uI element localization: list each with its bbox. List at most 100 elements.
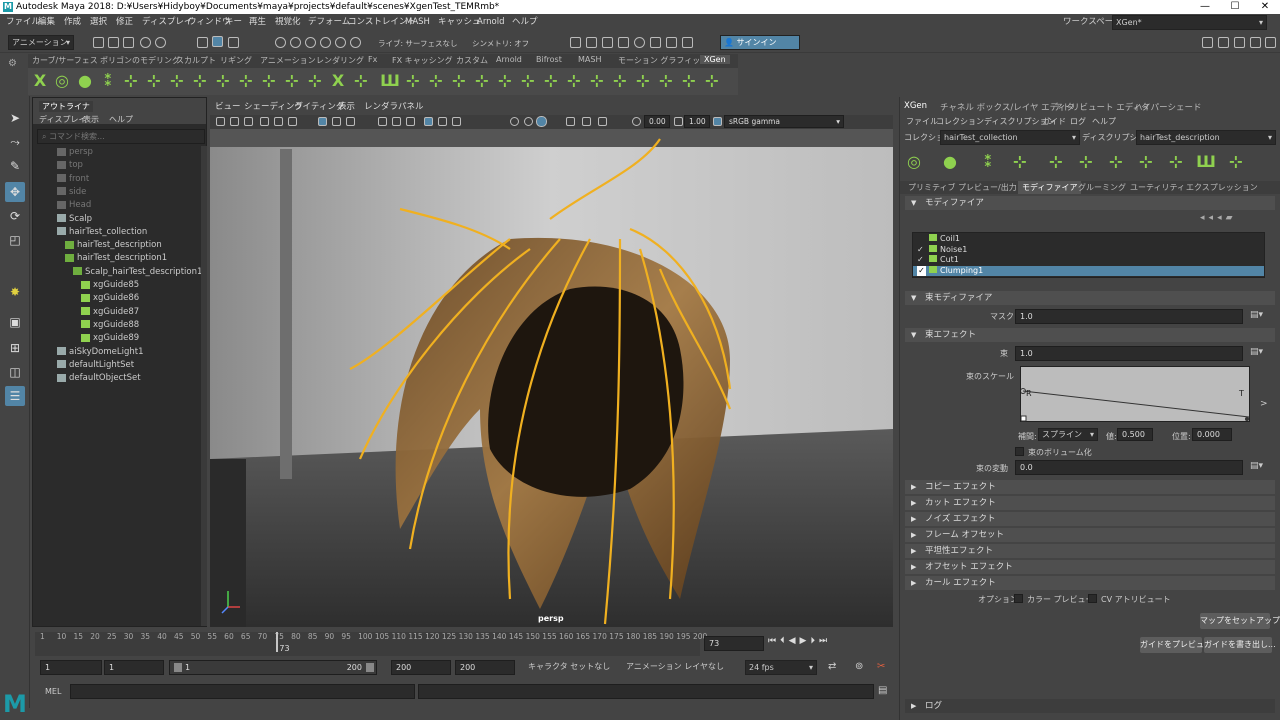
- shelf-tab-rendering[interactable]: レンダリング: [316, 55, 364, 66]
- shelf-tab-mash[interactable]: MASH: [578, 55, 601, 64]
- variation-expression-icon[interactable]: ▤▾: [1250, 461, 1263, 471]
- outliner-layout-icon[interactable]: ☰: [5, 386, 25, 406]
- go-to-start-icon[interactable]: ⏮: [768, 636, 780, 646]
- outliner-item[interactable]: top: [57, 159, 83, 172]
- create-guides-icon[interactable]: ●: [75, 71, 95, 91]
- ipr-render-icon[interactable]: [586, 37, 597, 48]
- xgen-clear-preview-icon[interactable]: ⊹: [1226, 152, 1246, 172]
- xgen-tool-b-icon[interactable]: ⊹: [351, 71, 371, 91]
- outliner-menu-show[interactable]: 表示: [83, 114, 99, 125]
- rotate-tool-icon[interactable]: ⟳: [5, 206, 25, 226]
- xgen-sculpt-guide-icon[interactable]: ⊹: [1076, 152, 1096, 172]
- outliner-item[interactable]: hairTest_collection: [57, 226, 147, 239]
- xgen-menu-file[interactable]: ファイル: [906, 116, 938, 127]
- clump-scale-ramp[interactable]: R T: [1020, 366, 1250, 422]
- undo-icon[interactable]: [140, 37, 151, 48]
- collection-dropdown[interactable]: hairTest_collection ▾: [940, 130, 1080, 145]
- new-scene-icon[interactable]: [93, 37, 104, 48]
- xgen-menu-collection[interactable]: コレクション: [936, 116, 984, 127]
- rebuild-guide-icon[interactable]: ⊹: [213, 71, 233, 91]
- step-forward-key-icon[interactable]: ⏵: [810, 636, 819, 646]
- groom-brush-i-icon[interactable]: ⊹: [564, 71, 584, 91]
- shelf-tab-xgen[interactable]: XGen: [700, 55, 730, 64]
- textured-icon[interactable]: [424, 117, 433, 126]
- effect-section-header[interactable]: ▶ ノイズ エフェクト: [905, 512, 1275, 526]
- add-cv-icon[interactable]: ⊹: [144, 71, 164, 91]
- bake-guide-icon[interactable]: ⊹: [259, 71, 279, 91]
- modeling-toolkit-icon[interactable]: [1202, 37, 1213, 48]
- loop-icon[interactable]: ⇄: [828, 661, 836, 672]
- snap-grid-icon[interactable]: [275, 37, 286, 48]
- move-guide-icon[interactable]: ⊹: [121, 71, 141, 91]
- single-view-layout-icon[interactable]: ▣: [5, 312, 25, 332]
- grease-pencil-icon[interactable]: [288, 117, 297, 126]
- subtab-grooming[interactable]: グルーミング: [1078, 182, 1126, 193]
- modifier-enable-checkbox[interactable]: ✓: [917, 265, 926, 276]
- modifier-enable-checkbox[interactable]: ✓: [917, 245, 926, 255]
- range-slider-handle-end[interactable]: [366, 663, 374, 672]
- clump-modifier-section-header[interactable]: ▼ 束モディファイア: [905, 291, 1275, 305]
- xgen-rebuild-guide-icon[interactable]: ⊹: [1136, 152, 1156, 172]
- motion-blur-icon[interactable]: [524, 117, 533, 126]
- select-tool-icon[interactable]: ➤: [5, 108, 25, 128]
- add-guide-icon[interactable]: ⁑: [98, 71, 118, 91]
- mel-label[interactable]: MEL: [45, 687, 61, 696]
- groom-brush-k-icon[interactable]: ⊹: [610, 71, 630, 91]
- tool-settings-toggle-icon[interactable]: [1250, 37, 1261, 48]
- xgen-normalize-guide-icon[interactable]: ⊹: [1166, 152, 1186, 172]
- outliner-item[interactable]: xgGuide88: [81, 319, 139, 332]
- snap-surface-icon[interactable]: [335, 37, 346, 48]
- shadows-icon[interactable]: [452, 117, 461, 126]
- color-management-icon[interactable]: [713, 117, 722, 126]
- xray-joints-icon[interactable]: [598, 117, 607, 126]
- tab-hypershade[interactable]: ハイパーシェード: [1134, 101, 1202, 113]
- step-back-key-icon[interactable]: ⏴: [780, 636, 789, 646]
- remove-cv-icon[interactable]: ⊹: [167, 71, 187, 91]
- attribute-editor-toggle-icon[interactable]: [1234, 37, 1245, 48]
- menu-create[interactable]: 作成: [64, 14, 81, 31]
- xray-icon[interactable]: [582, 117, 591, 126]
- volumize-checkbox[interactable]: [1015, 447, 1024, 456]
- menu-edit[interactable]: 編集: [38, 14, 55, 31]
- shelf-tab-custom[interactable]: カスタム: [456, 55, 488, 66]
- xgen-create-description-icon[interactable]: ◎: [904, 152, 924, 172]
- ramp-marker-end[interactable]: [1245, 417, 1249, 421]
- groom-brush-d-icon[interactable]: ⊹: [449, 71, 469, 91]
- paint-select-tool-icon[interactable]: ✎: [5, 156, 25, 176]
- time-slider[interactable]: 1 10 15 20 25 30 35 40 45 50 55 60 65 70 75 80 85 90 95 100…: [35, 632, 707, 656]
- four-view-layout-icon[interactable]: ⊞: [5, 338, 25, 358]
- folder-icon[interactable]: ▰: [1226, 213, 1237, 223]
- outliner-item[interactable]: hairTest_description: [65, 239, 162, 252]
- outliner-item[interactable]: xgGuide85: [81, 279, 139, 292]
- select-hierarchy-icon[interactable]: [197, 37, 208, 48]
- effect-section-header[interactable]: ▶ カット エフェクト: [905, 496, 1275, 510]
- mask-expression-icon[interactable]: ▤▾: [1250, 310, 1263, 320]
- arnold-render-icon[interactable]: [634, 37, 645, 48]
- xgen-add-cv-icon[interactable]: ⊹: [1046, 152, 1066, 172]
- cv-attribute-checkbox[interactable]: [1088, 594, 1097, 603]
- menu-visualize[interactable]: 視覚化: [275, 14, 301, 31]
- shelf-tab-fx[interactable]: Fx: [368, 55, 377, 64]
- select-object-icon[interactable]: [212, 36, 223, 47]
- outliner-menu-help[interactable]: ヘルプ: [109, 114, 133, 125]
- arnold-ipr-icon[interactable]: [650, 37, 661, 48]
- clump-field[interactable]: 1.0: [1015, 346, 1243, 361]
- modifier-row[interactable]: ✓ Clumping1: [913, 265, 1264, 276]
- grid-icon[interactable]: [318, 117, 327, 126]
- shelf-tab-curves[interactable]: カーブ/サーフェス: [32, 55, 98, 66]
- vp-menu-renderer[interactable]: レンダラ: [364, 100, 398, 115]
- outliner-item[interactable]: hairTest_description1: [65, 252, 167, 265]
- outliner-item[interactable]: Head: [57, 199, 91, 212]
- modifier-section-header[interactable]: ▼ モディファイア: [905, 196, 1275, 210]
- image-plane-icon[interactable]: [260, 117, 269, 126]
- xgen-add-guide-icon[interactable]: ⁑: [978, 152, 998, 172]
- modifier-row[interactable]: ✓ Noise1: [913, 244, 1264, 255]
- xgen-menu-help[interactable]: ヘルプ: [1092, 116, 1116, 127]
- snap-view-icon[interactable]: [320, 37, 331, 48]
- menu-set-dropdown[interactable]: アニメーション ▾: [8, 35, 74, 50]
- xgen-tool-a-icon[interactable]: X: [328, 71, 348, 91]
- subtab-expressions[interactable]: エクスプレッション: [1186, 182, 1258, 193]
- setup-maps-button[interactable]: マップをセットアップ...: [1200, 613, 1280, 629]
- select-component-icon[interactable]: [228, 37, 239, 48]
- ramp-value-field[interactable]: 0.500: [1117, 428, 1153, 441]
